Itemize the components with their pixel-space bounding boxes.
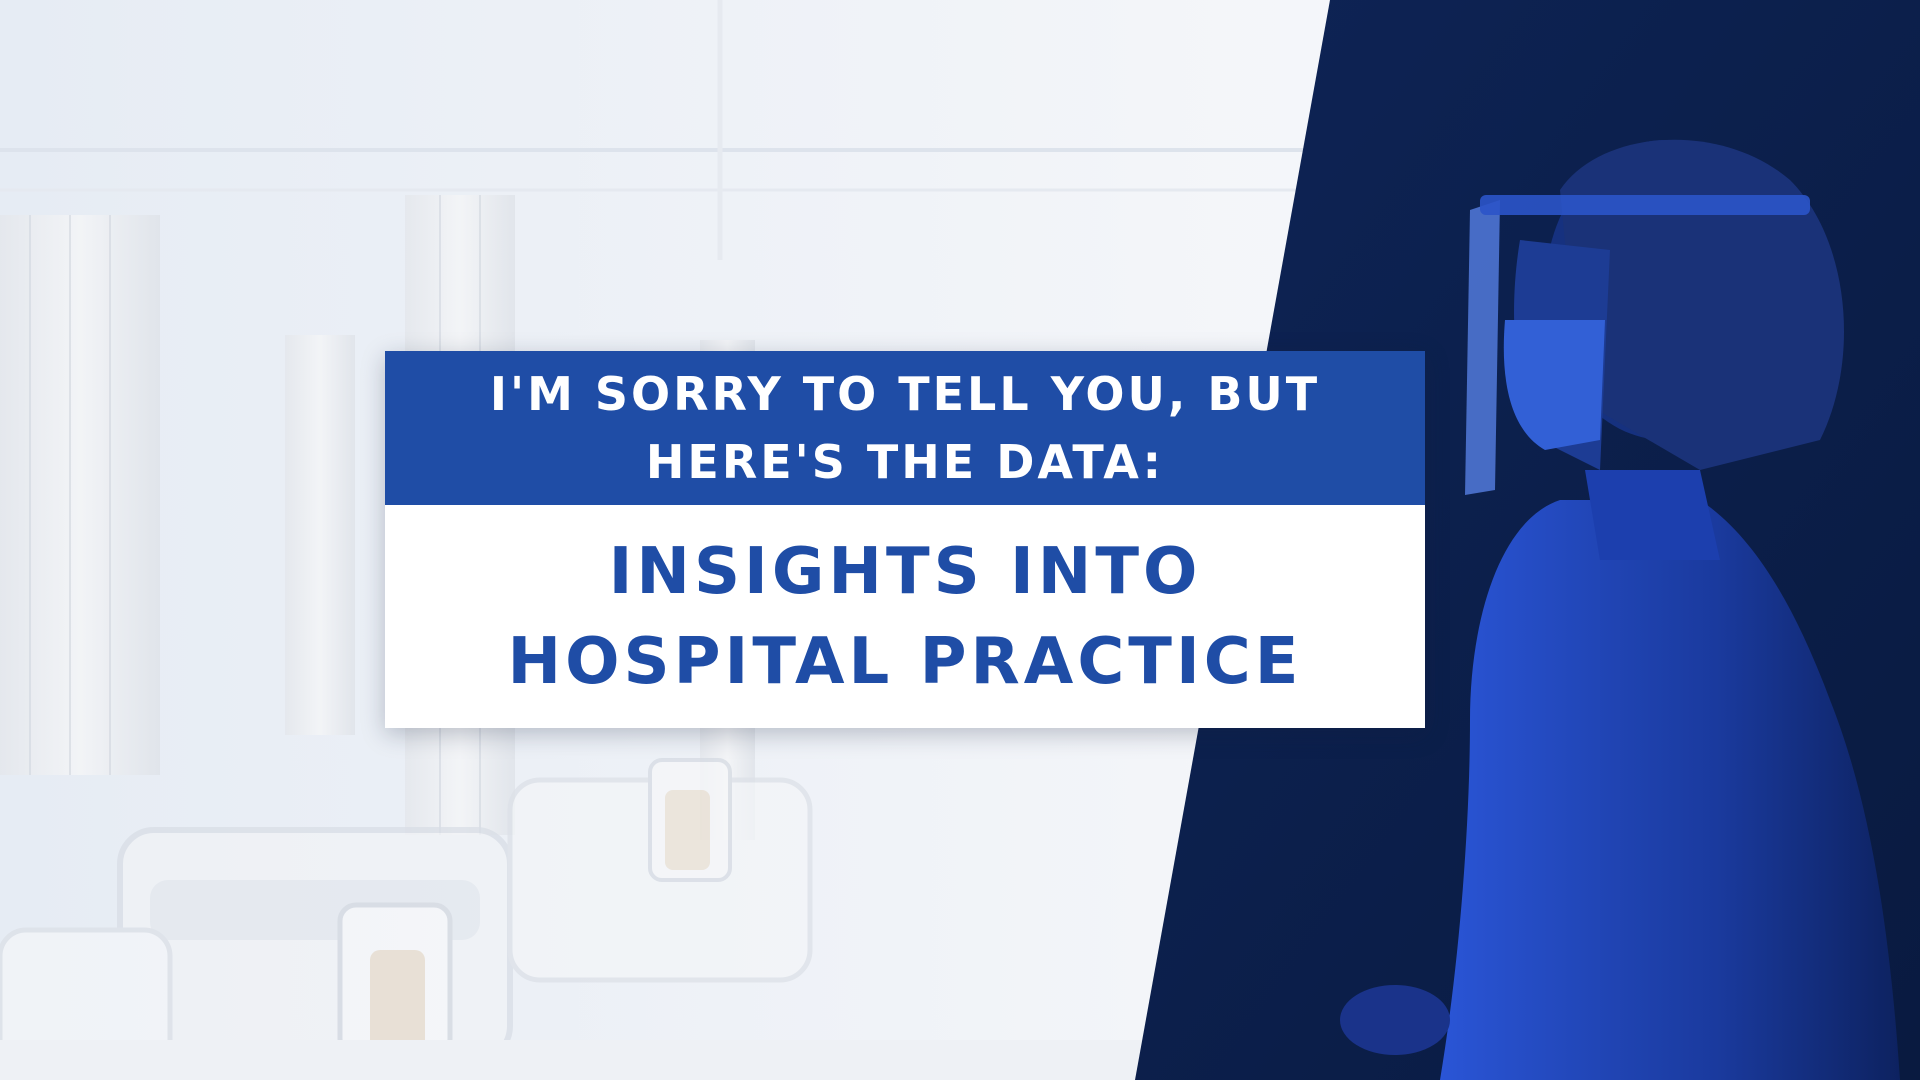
kicker-line-2: HERE'S THE DATA: <box>645 435 1165 489</box>
headline-line-1: INSIGHTS INTO <box>608 534 1202 609</box>
kicker-line-1: I'M SORRY TO TELL YOU, BUT <box>489 367 1321 421</box>
hero-banner: I'M SORRY TO TELL YOU, BUT HERE'S THE DA… <box>0 0 1920 1080</box>
headline-line-2: HOSPITAL PRACTICE <box>507 624 1303 699</box>
title-card: I'M SORRY TO TELL YOU, BUT HERE'S THE DA… <box>385 351 1425 728</box>
kicker-band: I'M SORRY TO TELL YOU, BUT HERE'S THE DA… <box>385 351 1425 505</box>
headline-band: INSIGHTS INTO HOSPITAL PRACTICE <box>385 505 1425 728</box>
